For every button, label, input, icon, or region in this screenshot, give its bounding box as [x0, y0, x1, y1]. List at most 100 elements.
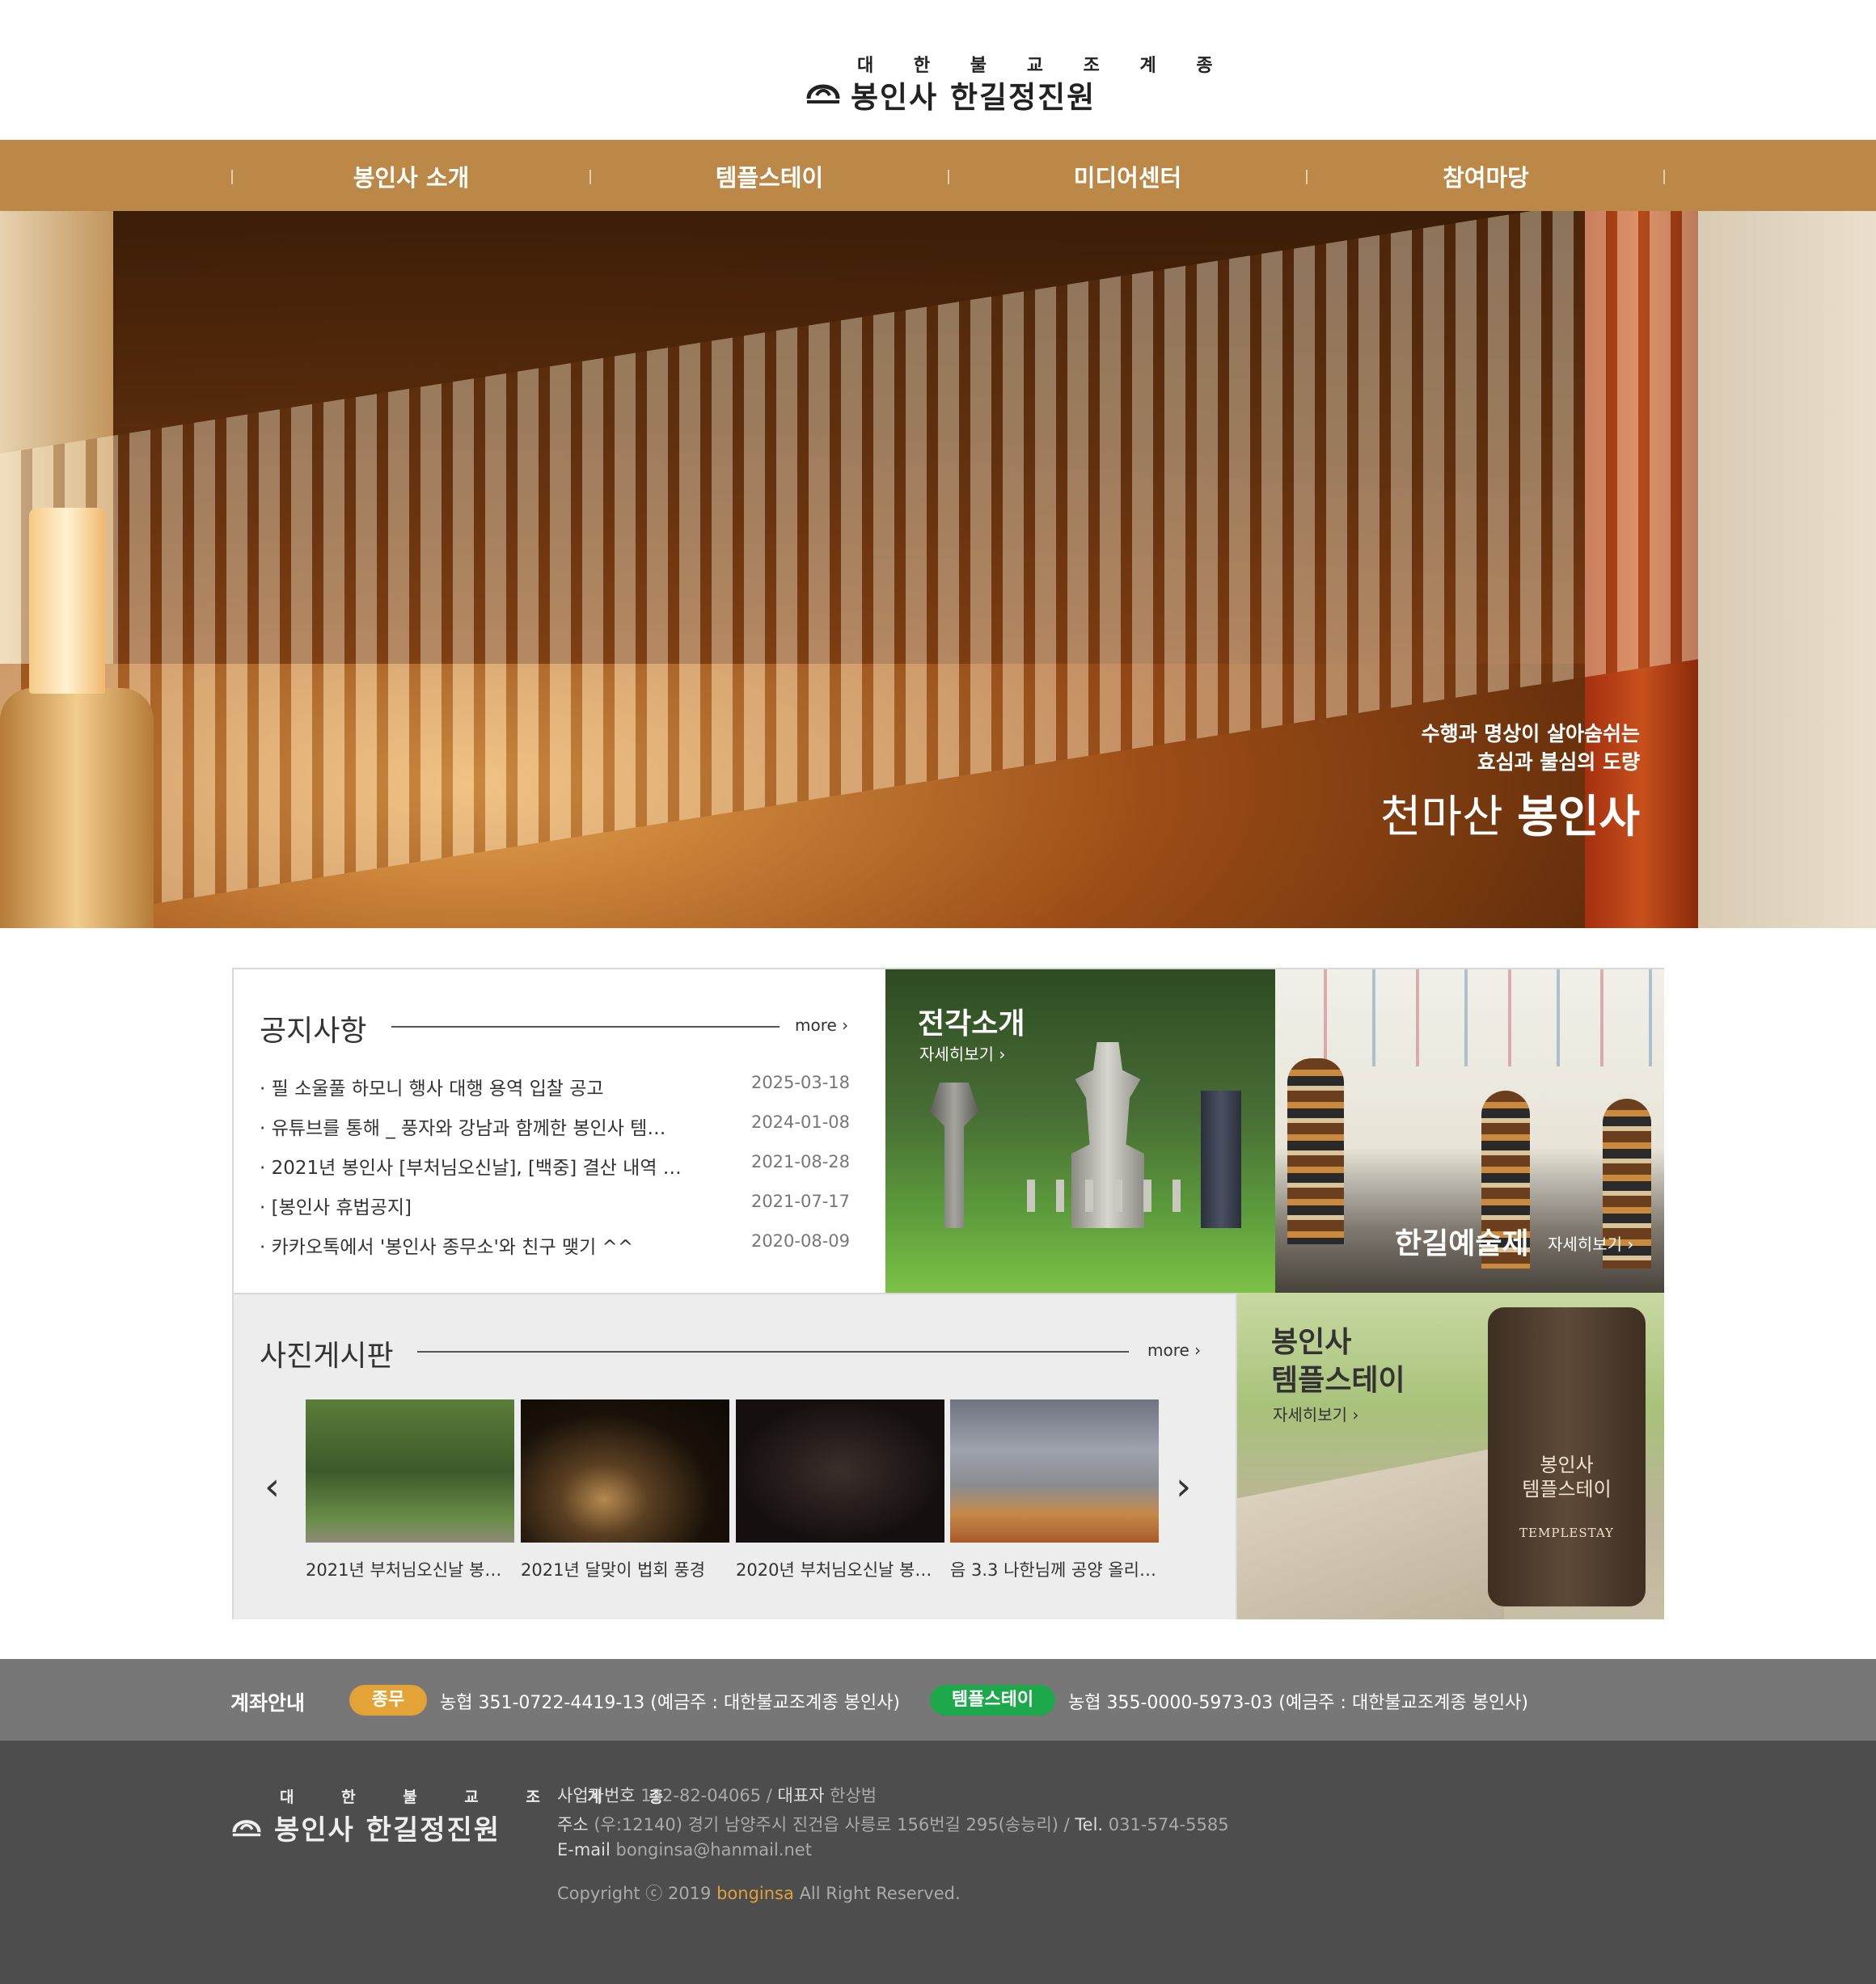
site-footer: 대 한 불 교 조 계 종 봉인사 한길정진원 사업자번호 132-82-040…: [0, 1741, 1876, 1984]
footer-copyright: Copyright ⓒ 2019 bonginsa All Right Rese…: [557, 1881, 961, 1905]
photo-more-link[interactable]: more ›: [1147, 1340, 1201, 1360]
photo-divider: [417, 1351, 1129, 1353]
tile-art-more[interactable]: 자세히보기 ›: [1548, 1231, 1633, 1255]
sign-text: 봉인사 템플스테이: [1488, 1453, 1646, 1501]
forest-path-image: [1237, 1446, 1504, 1619]
main-nav: 봉인사 소개 템플스테이 미디어센터 참여마당: [0, 140, 1876, 211]
hero-candle-stand: [0, 688, 154, 928]
email-address[interactable]: bonginsa@hanmail.net: [616, 1840, 812, 1859]
account-label: 계좌안내: [230, 1691, 306, 1715]
photo-next-arrow-icon[interactable]: ›: [1176, 1467, 1191, 1506]
stone-lantern-image: [930, 1083, 978, 1228]
tile-jeongak[interactable]: 전각소개 자세히보기 ›: [885, 969, 1275, 1293]
logo-name: 봉인사 한길정진원: [851, 79, 1096, 115]
nav-item-community[interactable]: 참여마당: [1307, 159, 1665, 193]
addr-text: (우:12140) 경기 남양주시 진건읍 사릉로 156번길 295(송능리): [594, 1815, 1058, 1834]
notice-item-date: 2020-08-09: [750, 1231, 850, 1251]
footer-email: E-mail bonginsa@hanmail.net: [557, 1840, 812, 1859]
notice-divider: [391, 1026, 780, 1028]
notice-item-title: · 2021년 봉인사 [부처님오신날], [백중] 결산 내역 …: [260, 1158, 682, 1179]
tile-jeongak-title: 전각소개: [918, 1007, 1025, 1041]
hero-caption: 수행과 명상이 살아숨쉬는 효심과 불심의 도량 천마산 봉인사: [1380, 720, 1640, 842]
notice-item[interactable]: · 유튜브를 통해 _ 풍자와 강남과 함께한 봉인사 템… 2024-01-08: [260, 1112, 850, 1152]
sign-line-3: TEMPLESTAY: [1519, 1526, 1614, 1540]
hero-title-bold: 봉인사: [1517, 791, 1640, 842]
festival-banner-image: [1283, 969, 1663, 1066]
main-content: 공지사항 more › · 필 소울풀 하모니 행사 대행 용역 입찰 공고 20…: [232, 968, 1664, 1619]
hero-wall-right: [1698, 211, 1876, 928]
stone-stele-image: [1201, 1091, 1241, 1228]
templestay-sign-image: 봉인사 템플스테이 TEMPLESTAY: [1488, 1307, 1646, 1606]
biz-label: 사업자번호: [557, 1786, 636, 1805]
account-info-office: 농협 351-0722-4419-13 (예금주 : 대한불교조계종 봉인사): [440, 1693, 900, 1713]
notice-item[interactable]: · [봉인사 휴법공지] 2021-07-17: [260, 1192, 850, 1231]
notice-item[interactable]: · 필 소울풀 하모니 행사 대행 용역 입찰 공고 2025-03-18: [260, 1073, 850, 1112]
sign-line-2: 템플스테이: [1522, 1478, 1612, 1501]
notice-item[interactable]: · 카카오톡에서 '봉인사 종무소'와 친구 맺기 ^^ 2020-08-09: [260, 1231, 850, 1271]
tile-templestay-title-1: 봉인사: [1271, 1326, 1352, 1359]
photo-caption: 2021년 부처님오신날 봉…: [306, 1560, 502, 1580]
tile-templestay-title: 봉인사템플스테이: [1271, 1323, 1405, 1399]
hero-line-2: 효심과 불심의 도량: [1477, 750, 1640, 774]
hero-title-light: 천마산: [1380, 791, 1503, 842]
notice-item-title: · 카카오톡에서 '봉인사 종무소'와 친구 맺기 ^^: [260, 1237, 634, 1258]
lotus-logo-icon: [806, 84, 840, 103]
account-tag-office: 종무: [349, 1685, 427, 1716]
hero-candle: [29, 508, 105, 694]
site-logo[interactable]: 대 한 불 교 조 계 종 봉인사 한길정진원: [0, 0, 1876, 140]
hero-title: 천마산 봉인사: [1380, 791, 1640, 842]
site-header: 대 한 불 교 조 계 종 봉인사 한길정진원: [0, 0, 1876, 140]
notice-more-link[interactable]: more ›: [795, 1015, 848, 1035]
notice-board: 공지사항 more › · 필 소울풀 하모니 행사 대행 용역 입찰 공고 20…: [234, 969, 885, 1293]
account-bar: 계좌안내 종무 농협 351-0722-4419-13 (예금주 : 대한불교조…: [0, 1659, 1876, 1741]
copyright-suffix: All Right Reserved.: [799, 1884, 961, 1903]
tile-art-festival[interactable]: 한길예술제 자세히보기 ›: [1275, 969, 1664, 1293]
sign-line-1: 봉인사: [1540, 1454, 1594, 1476]
photo-item[interactable]: 2020년 부처님오신날 봉…: [736, 1399, 944, 1581]
notice-item-date: 2024-01-08: [750, 1112, 850, 1132]
footer-address: 주소 (우:12140) 경기 남양주시 진건읍 사릉로 156번길 295(송…: [557, 1815, 1229, 1834]
tel-label: Tel.: [1075, 1815, 1104, 1834]
photo-thumbnail: [950, 1399, 1159, 1543]
tile-jeongak-more[interactable]: 자세히보기 ›: [919, 1041, 1005, 1065]
notice-item-title: · 유튜브를 통해 _ 풍자와 강남과 함께한 봉인사 템…: [260, 1118, 666, 1139]
nav-item-templestay[interactable]: 템플스테이: [590, 159, 949, 193]
addr-label: 주소: [557, 1815, 589, 1834]
photo-caption: 2021년 달맞이 법회 풍경: [521, 1560, 706, 1580]
notice-item-title: · [봉인사 휴법공지]: [260, 1197, 412, 1218]
copyright-prefix: Copyright ⓒ 2019: [557, 1884, 712, 1903]
hero-line-1: 수행과 명상이 살아숨쉬는: [1421, 722, 1640, 745]
performer-image: [1287, 1058, 1344, 1244]
rep-name: 한상범: [830, 1786, 877, 1805]
account-tag-templestay: 템플스테이: [930, 1685, 1055, 1716]
photo-prev-arrow-icon[interactable]: ‹: [264, 1467, 280, 1506]
biz-number: 132-82-04065: [640, 1786, 762, 1805]
notice-item-date: 2025-03-18: [750, 1073, 850, 1092]
footer-lotus-logo-icon: [232, 1820, 261, 1837]
nav-separator: [1663, 170, 1665, 184]
photo-item[interactable]: 음 3.3 나한님께 공양 올리…: [950, 1399, 1159, 1581]
tile-templestay-more[interactable]: 자세히보기 ›: [1273, 1402, 1358, 1425]
nav-item-intro[interactable]: 봉인사 소개: [232, 159, 590, 193]
stone-railing-image: [1027, 1180, 1189, 1212]
photo-item[interactable]: 2021년 부처님오신날 봉…: [306, 1399, 514, 1581]
photo-title: 사진게시판: [260, 1340, 394, 1373]
notice-item-date: 2021-07-17: [750, 1192, 850, 1211]
tile-art-title: 한길예술제: [1395, 1227, 1529, 1260]
photo-item[interactable]: 2021년 달맞이 법회 풍경: [521, 1399, 729, 1581]
photo-thumbnail: [736, 1399, 944, 1543]
notice-item-title: · 필 소울풀 하모니 행사 대행 용역 입찰 공고: [260, 1079, 604, 1100]
nav-item-media[interactable]: 미디어센터: [949, 159, 1307, 193]
photo-caption: 음 3.3 나한님께 공양 올리…: [950, 1560, 1156, 1580]
tile-templestay[interactable]: 봉인사 템플스테이 TEMPLESTAY 봉인사 템플스테이 자세히보기 ›: [1237, 1293, 1664, 1619]
notice-item-date: 2021-08-28: [750, 1152, 850, 1171]
email-label: E-mail: [557, 1840, 611, 1859]
notice-item[interactable]: · 2021년 봉인사 [부처님오신날], [백중] 결산 내역 … 2021-0…: [260, 1152, 850, 1192]
notice-title: 공지사항: [260, 1015, 367, 1048]
photo-thumbnail: [521, 1399, 729, 1543]
hero-banner[interactable]: 수행과 명상이 살아숨쉬는 효심과 불심의 도량 천마산 봉인사: [0, 211, 1876, 928]
footer-biz-info: 사업자번호 132-82-04065 / 대표자 한상범: [557, 1786, 877, 1805]
notice-list: · 필 소울풀 하모니 행사 대행 용역 입찰 공고 2025-03-18 · 유…: [260, 1073, 850, 1271]
photo-caption: 2020년 부처님오신날 봉…: [736, 1560, 932, 1580]
tile-templestay-title-2: 템플스테이: [1271, 1364, 1405, 1397]
